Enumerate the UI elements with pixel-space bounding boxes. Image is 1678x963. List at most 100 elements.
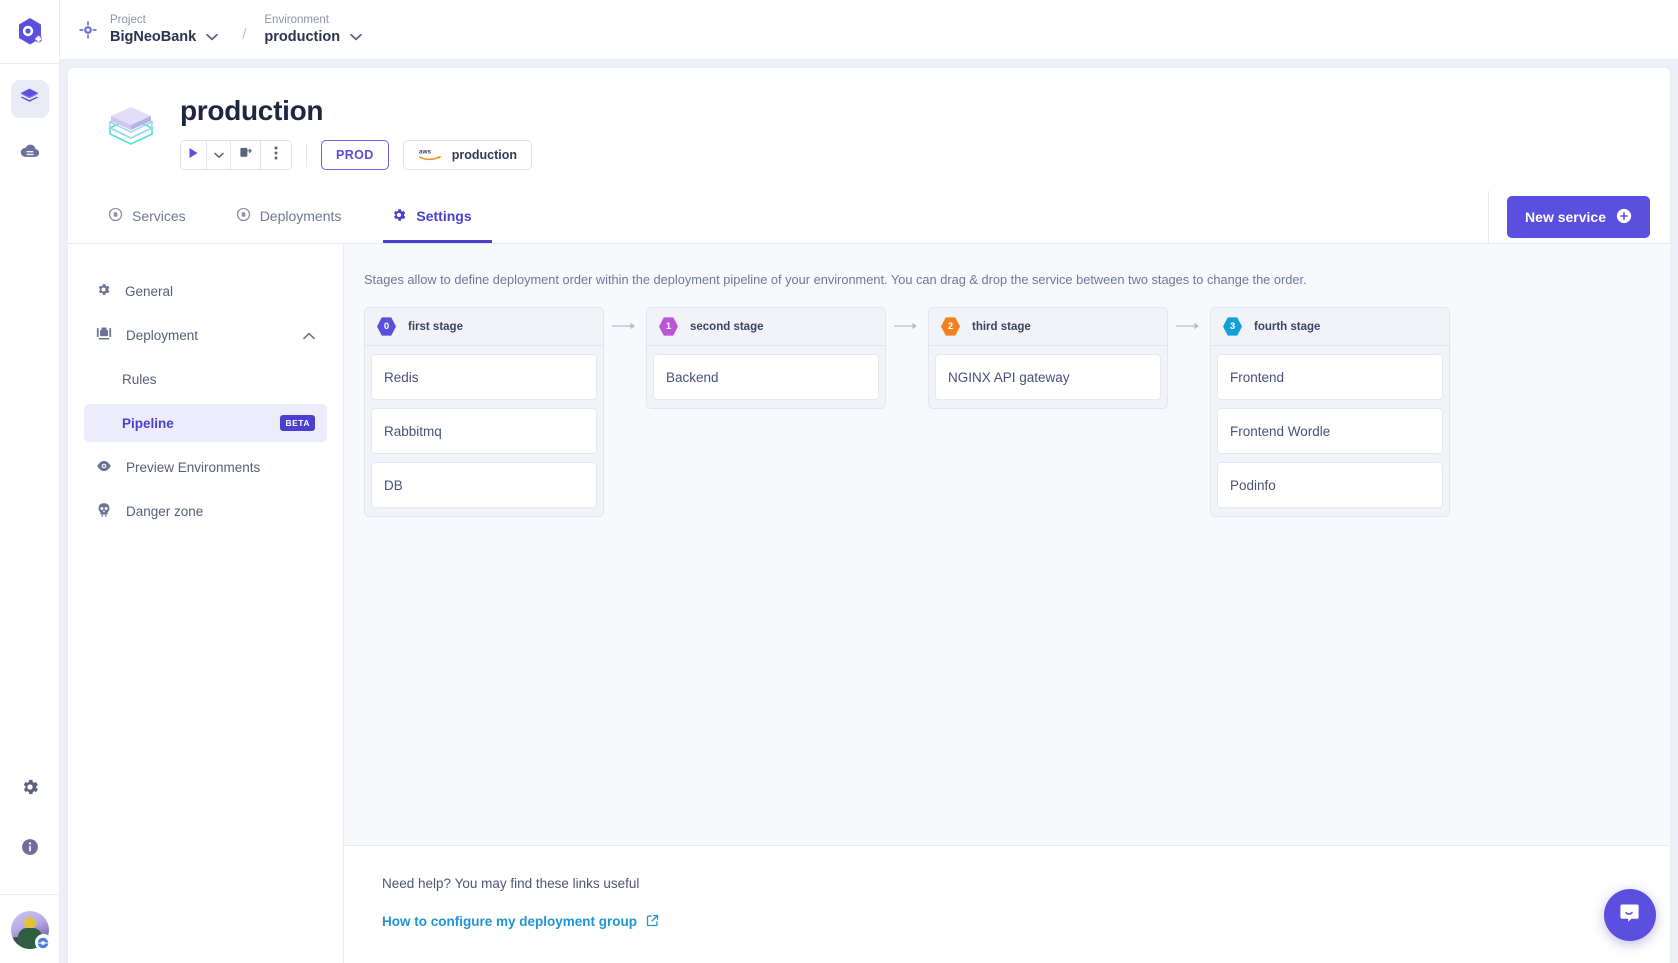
plus-circle-icon	[1616, 208, 1632, 227]
chevron-up-icon[interactable]	[303, 328, 315, 343]
environment-actions: PROD aws production	[180, 140, 532, 170]
tab-deployments-label: Deployments	[259, 208, 342, 224]
service-card[interactable]: NGINX API gateway	[935, 354, 1161, 400]
new-service-area: New service	[1488, 191, 1670, 243]
beta-badge: BETA	[280, 415, 315, 431]
tab-services-label: Services	[132, 208, 186, 224]
tab-settings[interactable]: Settings	[383, 192, 492, 243]
gear-icon	[20, 777, 40, 802]
new-service-button[interactable]: New service	[1507, 196, 1650, 238]
stage-1[interactable]: 1 second stage Backend	[646, 307, 886, 409]
settings-body: General Deployment Rules Pipeline BETA P…	[68, 244, 1670, 963]
stage-header: 3 fourth stage	[1211, 308, 1449, 346]
cluster-pill[interactable]: aws production	[402, 140, 532, 170]
help-link-label: How to configure my deployment group	[382, 914, 638, 929]
pipeline-description: Stages allow to define deployment order …	[364, 272, 1307, 287]
pipeline-stage: 2 third stage NGINX API gateway	[928, 307, 1210, 409]
stage-header: 1 second stage	[647, 308, 885, 346]
sidebar-item-general[interactable]: General	[84, 272, 327, 310]
breadcrumb-project-value: BigNeoBank	[110, 29, 197, 45]
breadcrumb-project: Project BigNeoBank	[110, 13, 220, 46]
gear-icon	[391, 207, 407, 226]
deployment-icon	[96, 326, 112, 344]
help-section: Need help? You may find these links usef…	[344, 846, 1670, 963]
prod-badge[interactable]: PROD	[321, 140, 389, 170]
deployments-icon	[236, 207, 251, 225]
redeploy-icon	[239, 146, 252, 164]
sidebar-item-danger-zone[interactable]: Danger zone	[84, 492, 327, 530]
redeploy-button[interactable]	[231, 141, 261, 169]
services-icon	[108, 207, 123, 225]
more-actions-button[interactable]	[261, 141, 291, 169]
service-card[interactable]: Backend	[653, 354, 879, 400]
sidebar-item-deployment[interactable]: Deployment	[84, 316, 327, 354]
breadcrumb-separator: /	[242, 25, 247, 43]
deploy-button-group	[180, 140, 292, 170]
stage-index-badge: 3	[1223, 317, 1242, 336]
eye-icon	[96, 459, 112, 476]
service-card[interactable]: Frontend	[1217, 354, 1443, 400]
stage-index-badge: 0	[377, 317, 396, 336]
stage-0[interactable]: 0 first stage Redis Rabbitmq DB	[364, 307, 604, 517]
service-card-label: NGINX API gateway	[948, 369, 1070, 385]
rail-divider-top	[0, 63, 59, 64]
rail-item-environments[interactable]	[10, 80, 49, 118]
play-button[interactable]	[181, 141, 207, 169]
play-icon	[188, 146, 199, 164]
rail-item-settings[interactable]	[11, 770, 49, 808]
stage-name: fourth stage	[1254, 320, 1321, 333]
environment-chevron-down-icon[interactable]	[348, 31, 364, 43]
tab-services[interactable]: Services	[100, 192, 206, 243]
cluster-name: production	[451, 148, 517, 162]
service-card[interactable]: Frontend Wordle	[1217, 408, 1443, 454]
help-title: Need help? You may find these links usef…	[382, 876, 640, 891]
service-card[interactable]: Podinfo	[1217, 462, 1443, 508]
stage-3[interactable]: 3 fourth stage Frontend Frontend Wordle Podi…	[1210, 307, 1450, 517]
service-card-label: Redis	[384, 369, 419, 385]
service-card[interactable]: DB	[371, 462, 597, 508]
sidebar-item-rules-label: Rules	[122, 371, 157, 387]
service-card[interactable]: Redis	[371, 354, 597, 400]
service-card-label: Rabbitmq	[384, 423, 442, 439]
stage-arrow-icon	[604, 307, 646, 345]
service-card[interactable]: Rabbitmq	[371, 408, 597, 454]
settings-sidebar: General Deployment Rules Pipeline BETA P…	[68, 244, 344, 963]
chat-bubble-button[interactable]	[1604, 889, 1656, 941]
service-card-label: Frontend	[1230, 369, 1285, 385]
qovery-logo-icon[interactable]	[12, 14, 48, 50]
environment-cube-icon	[100, 98, 162, 160]
sidebar-item-rules[interactable]: Rules	[84, 360, 327, 398]
deploy-options-button[interactable]	[207, 141, 231, 169]
project-icon	[78, 20, 98, 40]
tab-bar: Services Deployments Settings New servic…	[68, 191, 1670, 244]
stage-arrow-icon	[886, 307, 928, 345]
rail-divider-bottom	[0, 894, 59, 895]
project-chevron-down-icon[interactable]	[204, 31, 220, 43]
breadcrumb-environment-value: production	[264, 29, 341, 45]
sidebar-item-pipeline[interactable]: Pipeline BETA	[84, 404, 327, 442]
main-region: Project BigNeoBank / Environment product…	[60, 0, 1678, 963]
stage-header: 2 third stage	[929, 308, 1167, 346]
pipeline-stage: 0 first stage Redis Rabbitmq DB	[364, 307, 646, 517]
rail-item-infrastructure[interactable]	[11, 134, 49, 172]
settings-content: Stages allow to define deployment order …	[344, 244, 1670, 963]
gear-icon	[96, 282, 111, 300]
actions-divider	[306, 143, 307, 167]
new-service-label: New service	[1525, 209, 1606, 225]
stage-header: 0 first stage	[365, 308, 603, 346]
pipeline-stage: 1 second stage Backend	[646, 307, 928, 409]
sidebar-item-preview-environments[interactable]: Preview Environments	[84, 448, 327, 486]
content-panel: production PROD aws production Services …	[68, 68, 1670, 963]
stage-arrow-icon	[1168, 307, 1210, 345]
help-link-deployment-group[interactable]: How to configure my deployment group	[382, 914, 659, 930]
stage-2[interactable]: 2 third stage NGINX API gateway	[928, 307, 1168, 409]
tab-deployments[interactable]: Deployments	[228, 192, 362, 243]
rail-item-help[interactable]	[11, 830, 49, 868]
pipeline-area: Stages allow to define deployment order …	[344, 244, 1670, 846]
breadcrumb-environment-label: Environment	[264, 14, 329, 26]
sidebar-item-preview-environments-label: Preview Environments	[126, 459, 261, 475]
user-avatar[interactable]	[10, 911, 52, 951]
avatar-org-badge	[34, 934, 52, 951]
breadcrumb-environment: Environment production	[264, 13, 364, 46]
sidebar-item-danger-zone-label: Danger zone	[126, 503, 204, 519]
